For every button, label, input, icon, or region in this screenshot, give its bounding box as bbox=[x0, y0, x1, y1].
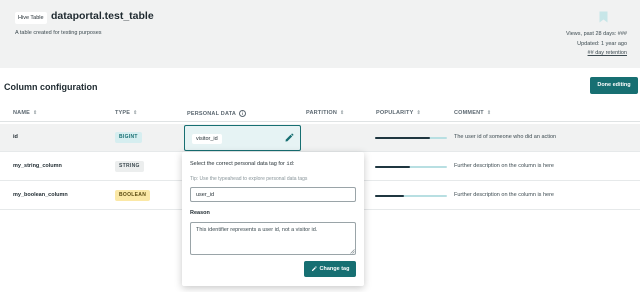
personal-data-tag: visitor_id bbox=[192, 134, 222, 144]
popularity-fill bbox=[375, 166, 410, 168]
popover-tip: Tip: Use the typeahead to explore person… bbox=[190, 176, 308, 182]
column-comment[interactable]: Further description on the column is her… bbox=[454, 163, 554, 169]
column-header-partition[interactable]: PARTITION ⇕ bbox=[306, 110, 344, 116]
type-tag: STRING bbox=[115, 161, 144, 172]
column-comment[interactable]: The user id of someone who did an action bbox=[454, 134, 556, 140]
table-description: A table created for testing purposes bbox=[15, 30, 102, 36]
change-tag-popover: Select the correct personal data tag for… bbox=[182, 152, 364, 286]
change-tag-label: Change tag bbox=[319, 266, 350, 272]
sort-icon: ⇕ bbox=[133, 110, 138, 116]
retention-link[interactable]: ## day retention bbox=[566, 49, 627, 59]
table-row[interactable]: id BIGINT The user id of someone who did… bbox=[0, 124, 640, 152]
popover-prompt-text: Select the correct personal data tag for bbox=[190, 161, 285, 167]
type-tag: BOOLEAN bbox=[115, 190, 151, 201]
pencil-icon[interactable] bbox=[284, 133, 294, 143]
sort-icon: ⇕ bbox=[33, 110, 38, 116]
sort-icon: ⇕ bbox=[416, 110, 421, 116]
column-header-personal-data-label: PERSONAL DATA bbox=[187, 110, 237, 117]
bookmark-icon[interactable] bbox=[598, 11, 609, 23]
popover-prompt-suffix: : bbox=[292, 161, 295, 167]
updated-stat: Updated: 1 year ago bbox=[577, 40, 627, 47]
personal-data-cell[interactable]: visitor_id bbox=[184, 125, 301, 151]
popularity-bar bbox=[375, 137, 447, 139]
column-header-partition-label: PARTITION bbox=[306, 110, 338, 116]
popularity-bar bbox=[375, 195, 447, 197]
column-name: id bbox=[13, 134, 18, 140]
popularity-fill bbox=[375, 195, 404, 197]
reason-label: Reason bbox=[190, 210, 210, 216]
type-tag: BIGINT bbox=[115, 132, 142, 143]
column-name: my_boolean_column bbox=[13, 192, 68, 198]
table-type-badge: Hive Table bbox=[15, 12, 47, 24]
change-tag-button[interactable]: Change tag bbox=[304, 261, 356, 277]
column-comment[interactable]: Further description on the column is her… bbox=[454, 192, 554, 198]
sort-icon: ⇕ bbox=[340, 110, 345, 116]
column-header-type[interactable]: TYPE ⇕ bbox=[115, 110, 138, 116]
column-name: my_string_column bbox=[13, 163, 62, 169]
column-header-comment-label: COMMENT bbox=[454, 110, 484, 116]
column-header-name[interactable]: NAME ⇕ bbox=[13, 110, 37, 116]
table-title: dataportal.test_table bbox=[51, 10, 154, 22]
personal-data-tag-input[interactable] bbox=[190, 187, 356, 202]
table-header: Hive Table dataportal.test_table A table… bbox=[0, 0, 640, 68]
pencil-icon bbox=[311, 266, 317, 272]
info-icon[interactable]: i bbox=[239, 110, 247, 117]
popover-prompt-column: id bbox=[286, 160, 293, 167]
table-header-divider bbox=[0, 121, 640, 122]
done-editing-button[interactable]: Done editing bbox=[590, 77, 638, 94]
column-header-type-label: TYPE bbox=[115, 110, 131, 116]
column-header-name-label: NAME bbox=[13, 110, 30, 116]
section-title: Column configuration bbox=[4, 82, 98, 92]
popularity-bar bbox=[375, 166, 447, 168]
popover-prompt: Select the correct personal data tag for… bbox=[190, 160, 294, 167]
resize-grip-icon[interactable] bbox=[350, 249, 355, 254]
table-stats: Views, past 28 days: ### Updated: 1 year… bbox=[566, 30, 627, 59]
popularity-fill bbox=[375, 137, 430, 139]
views-stat: Views, past 28 days: ### bbox=[565, 31, 627, 37]
column-header-popularity-label: POPULARITY bbox=[376, 110, 414, 116]
column-header-popularity[interactable]: POPULARITY ⇕ bbox=[376, 110, 421, 116]
column-header-personal-data: PERSONAL DATA i bbox=[187, 110, 247, 117]
reason-textarea[interactable]: This identifier represents a user id, no… bbox=[190, 222, 356, 255]
sort-icon: ⇕ bbox=[486, 110, 492, 116]
column-header-comment[interactable]: COMMENT ⇕ bbox=[454, 110, 491, 116]
